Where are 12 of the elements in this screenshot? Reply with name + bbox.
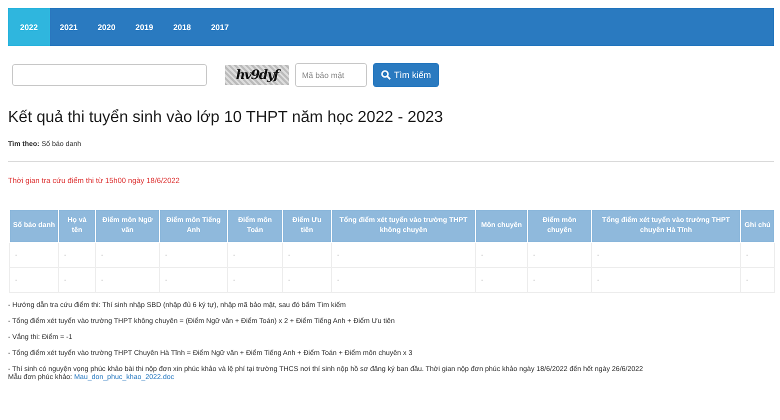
page-title: Kết quả thi tuyển sinh vào lớp 10 THPT năm học 2022 - 2023 <box>8 109 444 127</box>
year-tab[interactable]: 2021 <box>50 8 88 46</box>
search-icon <box>381 70 391 80</box>
year-tab[interactable]: 2022 <box>8 8 50 46</box>
search-button[interactable]: Tìm kiếm <box>373 63 439 87</box>
captcha-image: hv9dyf <box>225 65 289 85</box>
year-tab[interactable]: 2018 <box>163 8 201 46</box>
year-tab[interactable]: 2019 <box>125 8 164 46</box>
year-tab[interactable]: 2020 <box>88 8 126 46</box>
year-tab[interactable]: 2017 <box>200 8 239 46</box>
input-field[interactable] <box>12 64 207 86</box>
captcha-field[interactable]: Mã bảo mật <box>295 63 367 87</box>
